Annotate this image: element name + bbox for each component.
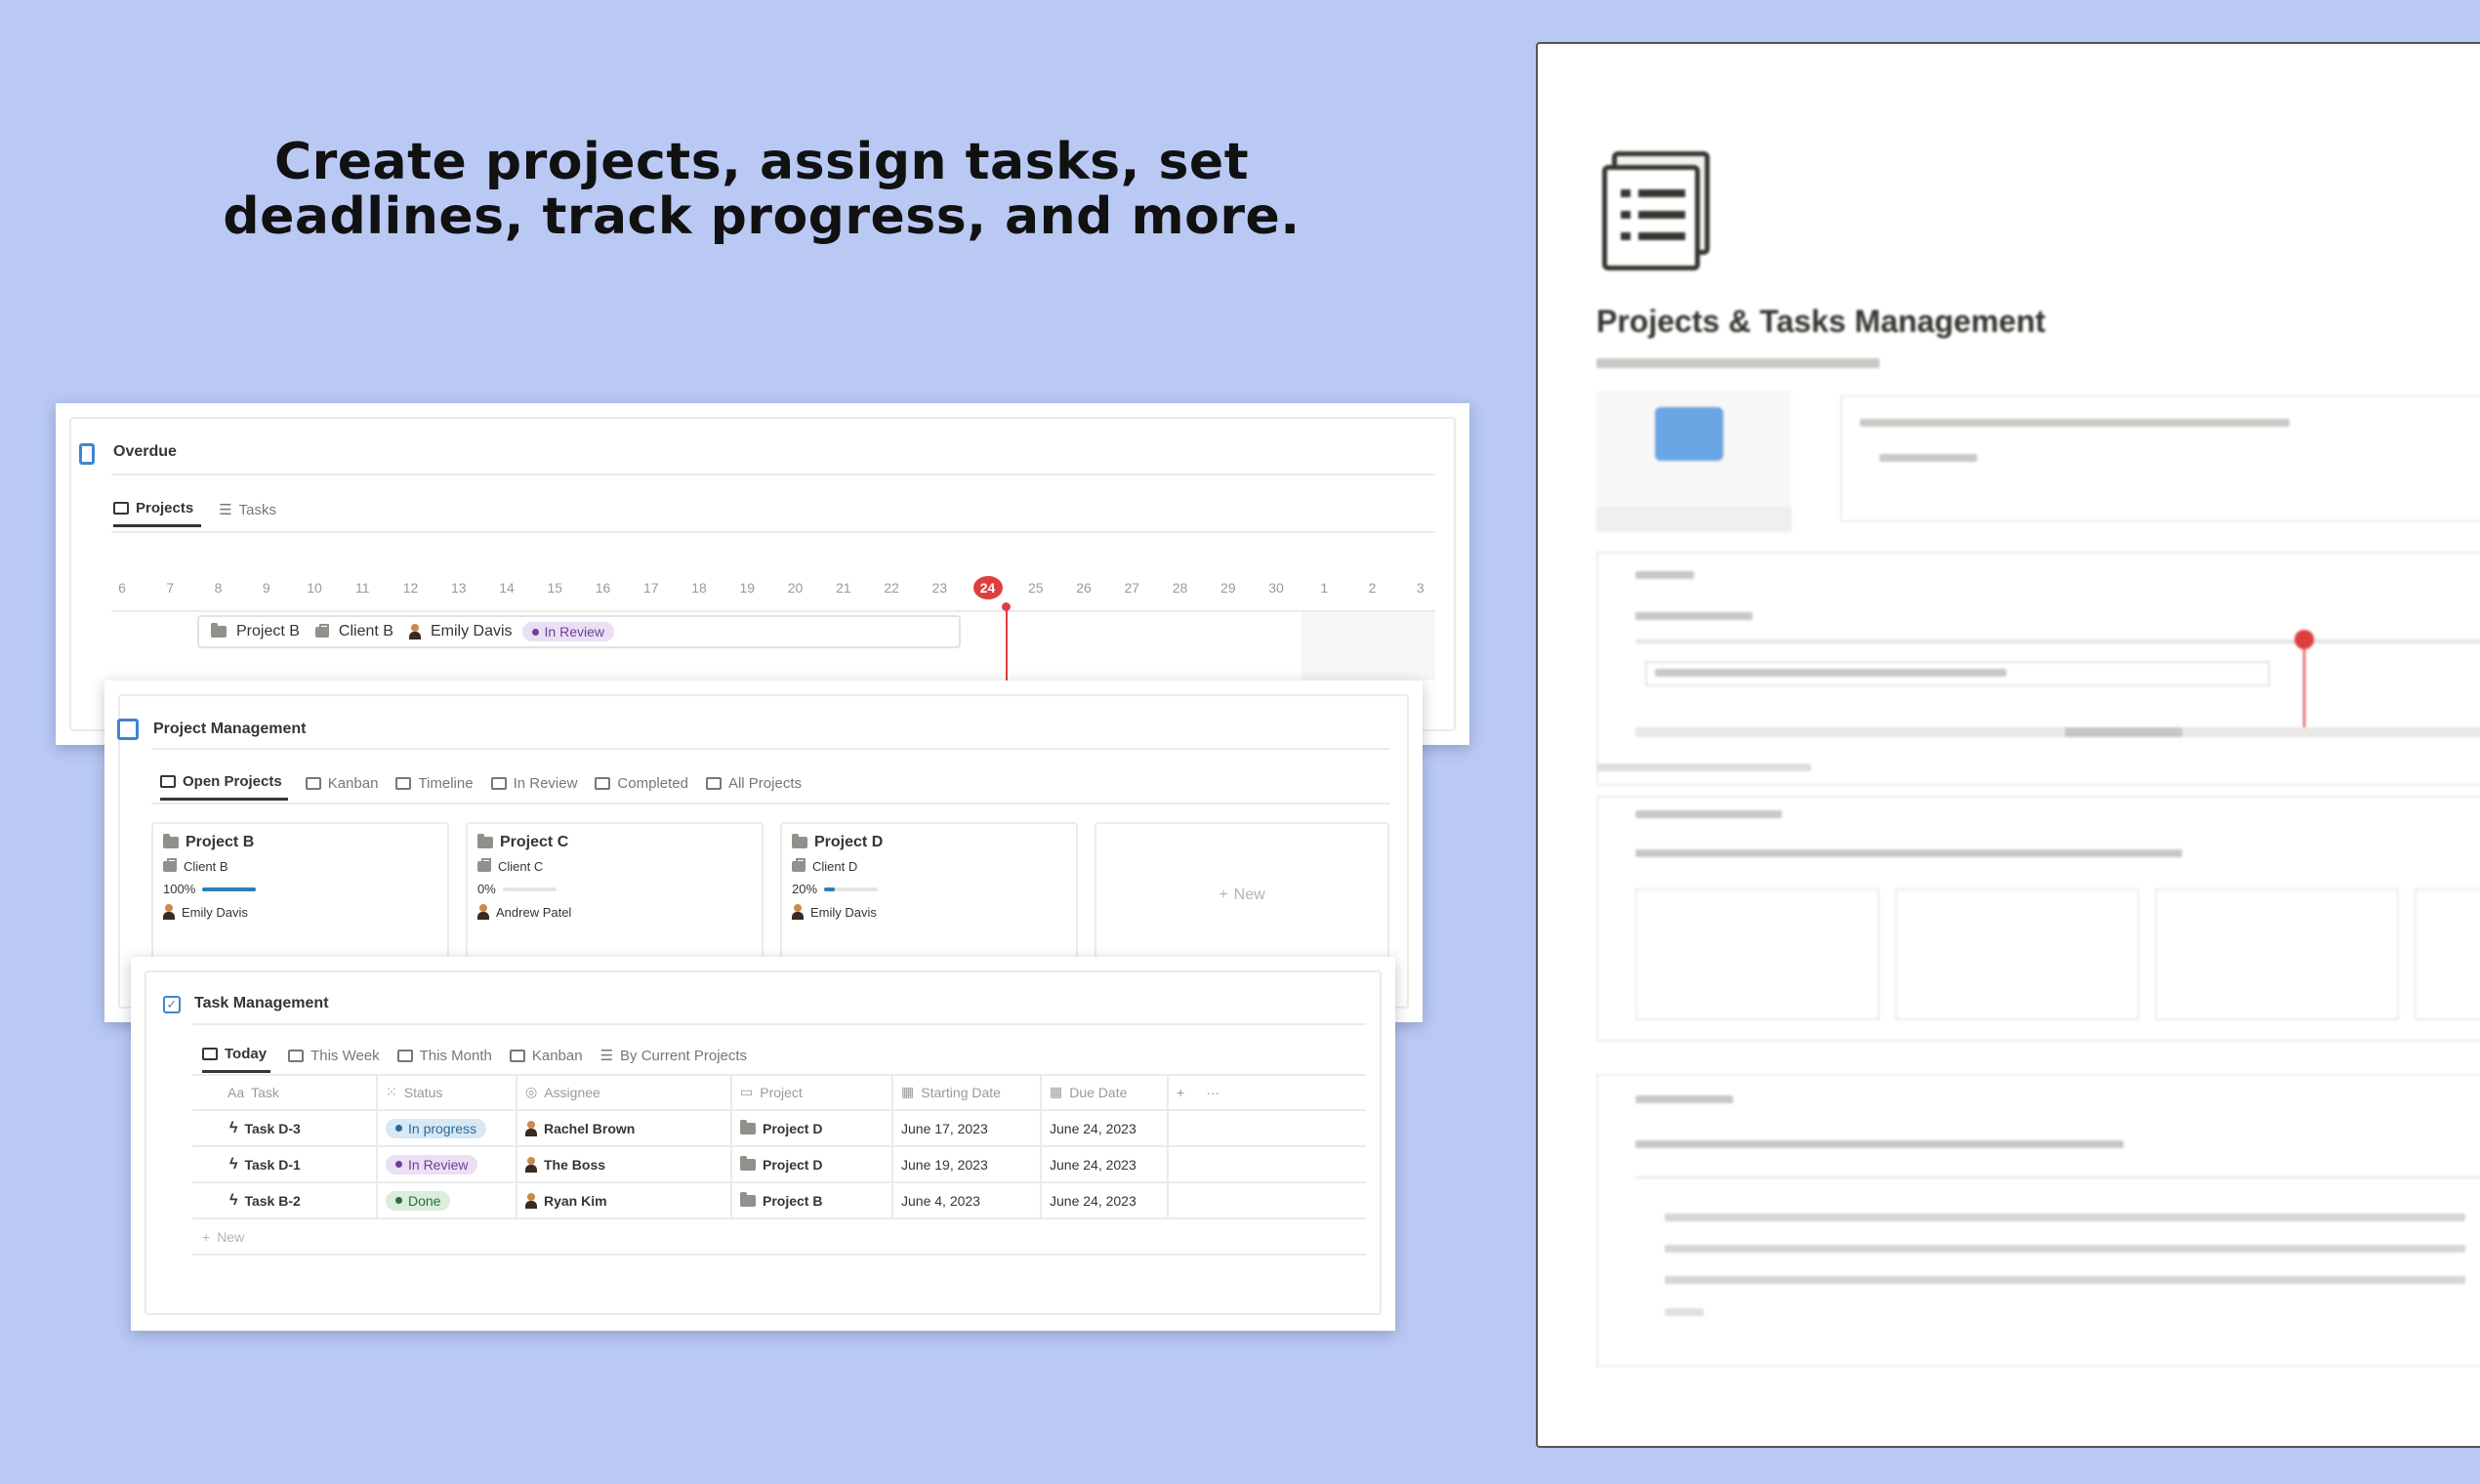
relation-icon: ▭ [740, 1084, 754, 1099]
project-card[interactable]: Project B Client B 100% Emily Davis [151, 822, 449, 969]
bolt-icon: ϟ [229, 1191, 238, 1209]
person-icon [408, 624, 421, 639]
folder-icon [792, 834, 807, 848]
checkbox-icon: ✓ [163, 996, 181, 1013]
page-title: Projects & Tasks Management [1596, 304, 2046, 339]
person-icon [477, 904, 489, 920]
tab-this-week[interactable]: This Week [288, 1046, 380, 1073]
calendar-icon: ▦ [901, 1084, 915, 1099]
tab-by-current-projects[interactable]: ☰ By Current Projects [600, 1046, 748, 1073]
briefcase-icon [792, 858, 806, 872]
calendar-icon: ▦ [1050, 1084, 1063, 1099]
gallery-icon [160, 775, 176, 788]
tab-in-review[interactable]: In Review [490, 773, 577, 801]
headline: Create projects, assign tasks, set deadl… [176, 135, 1347, 244]
gallery-icon [595, 776, 611, 790]
page-preview: Projects & Tasks Management [1536, 42, 2480, 1448]
table-header: Aa Task ⁙ Status ◎ Assignee ▭ Project ▦ Start… [192, 1075, 1366, 1111]
progress-bar [202, 886, 257, 891]
tab-kanban[interactable]: Kanban [509, 1046, 583, 1073]
headline-line-2: deadlines, track progress, and more. [223, 187, 1301, 246]
bolt-icon: ϟ [229, 1119, 238, 1136]
tab-open-projects[interactable]: Open Projects [160, 773, 288, 801]
list-icon: ☰ [219, 502, 232, 518]
folder-icon [740, 1119, 756, 1134]
progress-bar [502, 886, 557, 891]
folder-icon [163, 834, 179, 848]
tab-kanban[interactable]: Kanban [305, 773, 378, 801]
project-management-icon [117, 719, 139, 740]
task-management-tabs: Today This Week This Month Kanban ☰ By Cu… [202, 1046, 747, 1073]
overdue-icon [79, 443, 95, 465]
col-status[interactable]: ⁙ Status [378, 1075, 517, 1109]
col-project[interactable]: ▭ Project [732, 1075, 893, 1109]
new-row-button[interactable]: + New [192, 1219, 1366, 1256]
list-icon: ☰ [599, 1048, 614, 1064]
overdue-title: Overdue [113, 443, 177, 460]
table-row[interactable]: ϟ Task D-1 In Review The Boss Project D J… [192, 1147, 1366, 1183]
briefcase-icon [163, 858, 177, 872]
gallery-icon [705, 776, 722, 790]
tab-projects[interactable]: Projects [113, 500, 202, 527]
tab-all-projects[interactable]: All Projects [705, 773, 802, 801]
calendar-icon [396, 1049, 413, 1062]
status-badge: In Review [521, 622, 614, 641]
briefcase-icon [477, 858, 491, 872]
kanban-icon [305, 776, 321, 790]
tab-timeline[interactable]: Timeline [395, 773, 474, 801]
person-icon [792, 904, 804, 920]
calendar-icon [288, 1049, 305, 1062]
person-icon [163, 904, 175, 920]
tab-today[interactable]: Today [202, 1046, 271, 1073]
bolt-icon: ϟ [229, 1155, 238, 1173]
table-row[interactable]: ϟ Task B-2 Done Ryan Kim Project B June 4… [192, 1183, 1366, 1219]
plus-icon: + [202, 1228, 211, 1245]
progress-bar [824, 886, 879, 891]
task-management-title: Task Management [194, 995, 329, 1011]
project-card[interactable]: Project C Client C 0% Andrew Patel [466, 822, 764, 969]
status-badge: In Review [386, 1154, 478, 1175]
col-starting-date[interactable]: ▦ Starting Date [893, 1075, 1042, 1109]
project-management-title: Project Management [153, 721, 307, 737]
gallery-icon [490, 776, 507, 790]
briefcase-icon [314, 623, 329, 638]
kanban-icon [509, 1049, 525, 1062]
person-icon [525, 1156, 537, 1173]
new-project-card[interactable]: + New [1095, 822, 1389, 969]
col-task[interactable]: Aa Task [192, 1075, 378, 1109]
person-circle-icon: ◎ [525, 1084, 538, 1099]
today-marker: 24 [972, 576, 1003, 599]
today-dot [1002, 602, 1011, 611]
table-row[interactable]: ϟ Task D-3 In progress Rachel Brown Proje… [192, 1111, 1366, 1147]
status-icon: ⁙ [386, 1084, 397, 1099]
status-badge: In progress [386, 1118, 487, 1138]
project-management-tabs: Open Projects Kanban Timeline In Review … [160, 773, 802, 801]
timeline-icon [395, 776, 412, 790]
table-icon [202, 1048, 218, 1060]
status-badge: Done [386, 1190, 451, 1211]
tab-completed[interactable]: Completed [595, 773, 688, 801]
folder-icon [740, 1191, 756, 1207]
tab-this-month[interactable]: This Month [396, 1046, 492, 1073]
timeline-days: 6 7 8 9 10 11 12 13 14 15 16 17 18 19 20 21 22 23 24 25 26… [107, 576, 1435, 599]
folder-icon [211, 623, 227, 638]
today-line [1006, 605, 1008, 680]
project-card[interactable]: Project D Client D 20% Emily Davis [780, 822, 1078, 969]
col-due-date[interactable]: ▦ Due Date [1042, 1075, 1169, 1109]
folder-icon [740, 1155, 756, 1171]
more-icon[interactable]: ··· [1206, 1085, 1219, 1100]
person-icon [525, 1120, 537, 1136]
headline-line-1: Create projects, assign tasks, set [273, 133, 1250, 191]
add-column-icon[interactable]: + [1177, 1085, 1184, 1100]
overdue-tabs: Projects ☰ Tasks [113, 500, 276, 527]
board-icon [113, 502, 129, 515]
timeline-bar[interactable]: Project B Client B Emily Davis In Review [197, 615, 961, 648]
person-icon [525, 1192, 537, 1209]
task-table: Aa Task ⁙ Status ◎ Assignee ▭ Project ▦ Start… [192, 1075, 1366, 1256]
tab-tasks[interactable]: ☰ Tasks [219, 500, 276, 527]
col-assignee[interactable]: ◎ Assignee [517, 1075, 732, 1109]
plus-icon: + [1219, 886, 1228, 903]
folder-icon [477, 834, 493, 848]
